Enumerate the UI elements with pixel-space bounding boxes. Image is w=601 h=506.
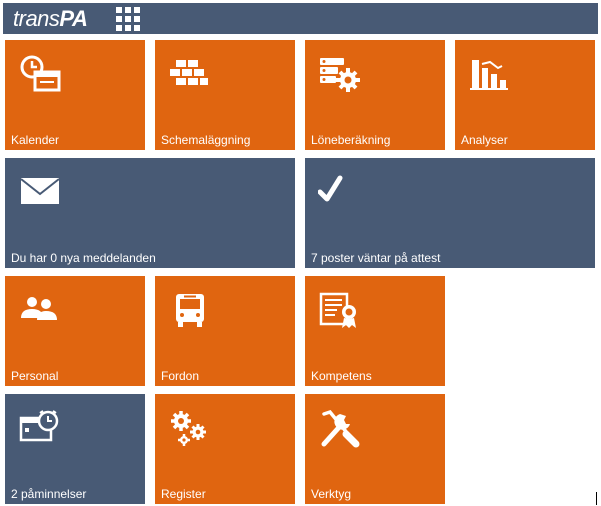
bricks-icon	[168, 54, 212, 94]
tools-icon	[318, 408, 362, 448]
tile-kalender[interactable]: Kalender	[5, 40, 145, 150]
tile-fordon[interactable]: Fordon	[155, 276, 295, 386]
people-icon	[18, 290, 62, 330]
tile-label: Kompetens	[311, 369, 372, 383]
tile-label: Verktyg	[311, 487, 352, 501]
tile-analyser[interactable]: Analyser	[455, 40, 595, 150]
tile-label: 7 poster väntar på attest	[311, 251, 441, 265]
bus-icon	[168, 290, 212, 330]
tile-meddelanden[interactable]: Du har 0 nya meddelanden	[5, 158, 295, 268]
certificate-icon	[318, 290, 362, 330]
brand-logo[interactable]: transPA	[13, 6, 88, 32]
calendar-clock-icon	[18, 54, 62, 94]
tile-label: Löneberäkning	[311, 133, 391, 147]
bar-chart-icon	[468, 54, 512, 94]
tile-label: Register	[161, 487, 206, 501]
text-cursor	[596, 492, 597, 505]
tile-attest[interactable]: 7 poster väntar på attest	[305, 158, 595, 268]
tile-label: Analyser	[461, 133, 508, 147]
tile-schemalaggning[interactable]: Schemaläggning	[155, 40, 295, 150]
alarm-window-icon	[18, 408, 62, 448]
tile-verktyg[interactable]: Verktyg	[305, 394, 445, 504]
tile-kompetens[interactable]: Kompetens	[305, 276, 445, 386]
tile-register[interactable]: Register	[155, 394, 295, 504]
envelope-icon	[18, 172, 62, 212]
tile-label: Personal	[11, 369, 59, 383]
server-gear-icon	[318, 54, 362, 94]
tile-paminnelser[interactable]: 2 påminnelser	[5, 394, 145, 504]
checkmark-icon	[318, 172, 362, 212]
brand-text-light: trans	[13, 6, 60, 31]
brand-text-bold: PA	[59, 6, 88, 31]
apps-grid-icon[interactable]	[115, 6, 141, 32]
tile-personal[interactable]: Personal	[5, 276, 145, 386]
tile-label: 2 påminnelser	[11, 487, 87, 501]
tile-label: Du har 0 nya meddelanden	[11, 251, 156, 265]
tile-label: Kalender	[11, 133, 60, 147]
gears-icon	[168, 408, 212, 448]
tile-label: Schemaläggning	[161, 133, 251, 147]
tile-label: Fordon	[161, 369, 200, 383]
top-bar: transPA	[3, 3, 598, 34]
tile-loneberakning[interactable]: Löneberäkning	[305, 40, 445, 150]
